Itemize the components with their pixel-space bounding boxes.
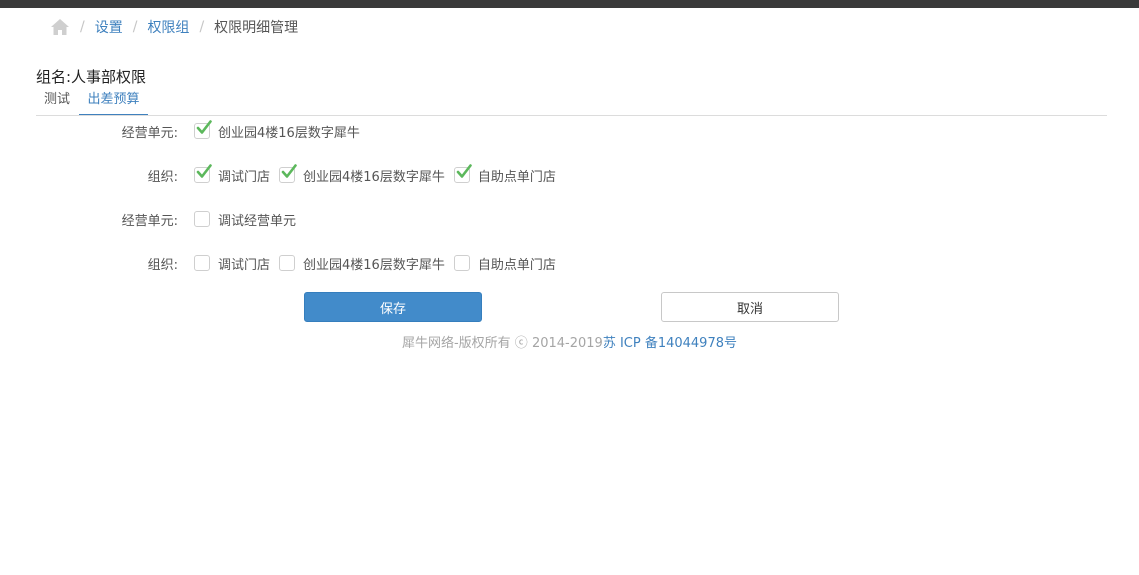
row-label: 经营单元: [121, 125, 178, 141]
check-icon [456, 164, 472, 178]
breadcrumb-settings[interactable]: 设置 [95, 17, 123, 37]
checkbox-unchecked[interactable] [194, 255, 210, 271]
cancel-button[interactable]: 取消 [661, 292, 839, 322]
footer-icp-link[interactable]: 苏 ICP 备14044978号 [603, 336, 737, 351]
checkbox-label: 创业园4楼16层数字犀牛 [218, 125, 360, 141]
checkbox-group: 调试门店 创业园4楼16层数字犀牛 自助点单门店 [194, 164, 565, 185]
tab-bar: 测试 出差预算 [36, 90, 1107, 116]
checkbox-option[interactable]: 调试门店 [194, 164, 271, 185]
row-label: 组织: [147, 169, 178, 185]
checkbox-unchecked[interactable] [453, 255, 470, 271]
checkbox-checked[interactable] [453, 164, 472, 183]
top-bar [0, 0, 1139, 8]
checkbox-checked[interactable] [194, 164, 212, 183]
row-label: 经营单元: [121, 213, 178, 229]
breadcrumb: / 设置 / 权限组 / 权限明细管理 [50, 16, 298, 38]
checkbox-label: 调试门店 [218, 169, 271, 185]
breadcrumb-permission-group[interactable]: 权限组 [147, 17, 189, 37]
checkbox-unchecked[interactable] [279, 255, 296, 271]
row-label: 组织: [147, 257, 178, 273]
checkbox-group: 调试门店 创业园4楼16层数字犀牛 自助点单门店 [194, 254, 565, 273]
check-icon [196, 120, 212, 134]
checkbox-option[interactable]: 创业园4楼16层数字犀牛 [279, 254, 445, 273]
check-icon [281, 164, 297, 178]
footer-copyright: 犀牛网络-版权所有 ⓒ 2014-2019 [401, 336, 603, 351]
home-icon[interactable] [50, 18, 70, 36]
checkbox-label: 自助点单门店 [477, 169, 556, 185]
checkbox-option[interactable]: 自助点单门店 [453, 164, 556, 185]
checkbox-option[interactable]: 创业园4楼16层数字犀牛 [279, 164, 445, 185]
save-button[interactable]: 保存 [304, 292, 482, 322]
checkbox-option[interactable]: 自助点单门店 [453, 254, 556, 273]
checkbox-group: 调试经营单元 [194, 210, 305, 229]
checkbox-unchecked[interactable] [194, 211, 210, 227]
footer: 犀牛网络-版权所有 ⓒ 2014-2019苏 ICP 备14044978号 [0, 332, 1139, 351]
permission-row: 经营单元: 调试经营单元 [0, 209, 305, 229]
breadcrumb-current: 权限明细管理 [214, 20, 299, 36]
breadcrumb-separator: / [80, 19, 85, 35]
checkbox-checked[interactable] [194, 120, 212, 139]
permission-row: 组织: 调试门店 创业园4楼16层数字犀牛 自助点单门店 [0, 253, 565, 273]
breadcrumb-separator: / [132, 19, 138, 35]
permission-row: 组织: 调试门店 创业园4楼16层数字犀牛 自助点单门店 [0, 164, 565, 185]
checkbox-label: 创业园4楼16层数字犀牛 [303, 169, 445, 185]
checkbox-group: 创业园4楼16层数字犀牛 [194, 120, 369, 141]
checkbox-label: 调试经营单元 [218, 213, 297, 229]
checkbox-label: 调试门店 [218, 257, 271, 273]
checkbox-checked[interactable] [279, 164, 297, 183]
check-icon [196, 164, 212, 178]
group-title: 组名:人事部权限 [36, 68, 147, 86]
checkbox-option[interactable]: 创业园4楼16层数字犀牛 [194, 120, 360, 141]
permission-row: 经营单元: 创业园4楼16层数字犀牛 [0, 120, 369, 141]
checkbox-option[interactable]: 调试门店 [194, 254, 270, 273]
breadcrumb-separator: / [199, 19, 205, 35]
checkbox-option[interactable]: 调试经营单元 [194, 210, 296, 229]
checkbox-label: 创业园4楼16层数字犀牛 [303, 257, 445, 273]
tab-travel-budget[interactable]: 出差预算 [79, 90, 148, 115]
tab-test[interactable]: 测试 [36, 90, 78, 114]
checkbox-label: 自助点单门店 [477, 257, 556, 273]
